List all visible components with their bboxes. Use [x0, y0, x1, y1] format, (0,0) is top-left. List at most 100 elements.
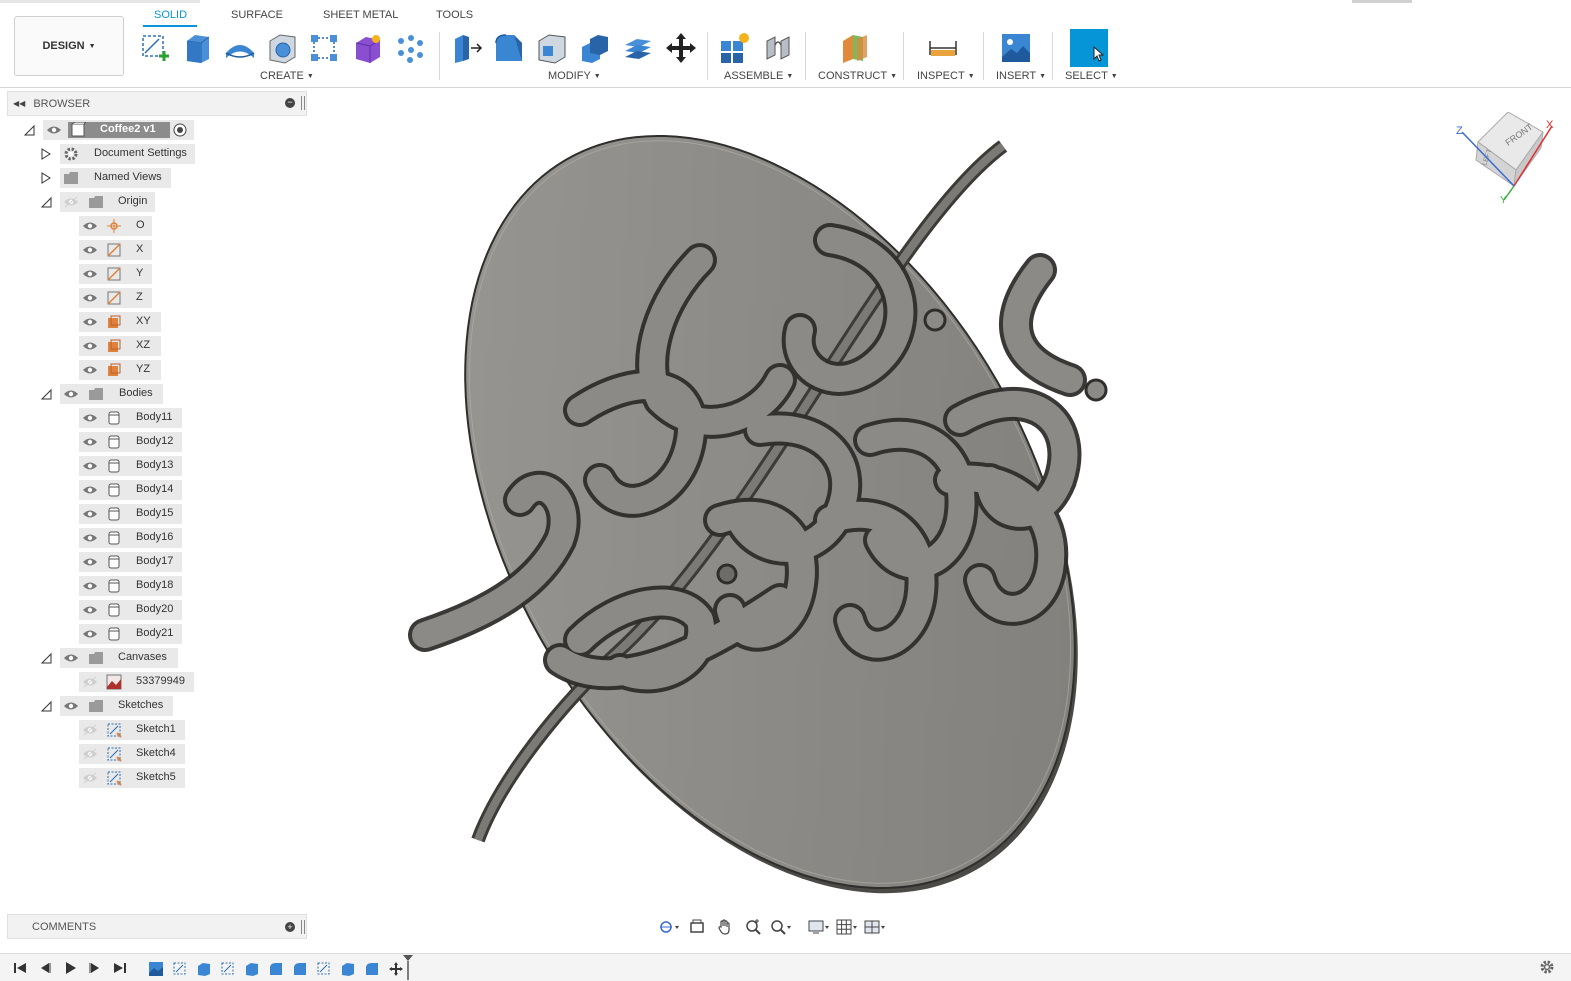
create-sketch-icon[interactable] — [138, 30, 174, 66]
browser-sketches-node[interactable]: Sketches — [118, 699, 163, 711]
construct-menu[interactable]: CONSTRUCT ▼ — [818, 70, 897, 82]
offset-face-icon[interactable] — [620, 30, 656, 66]
visibility-eye-icon[interactable] — [82, 604, 98, 616]
visibility-eye-icon[interactable] — [46, 124, 62, 136]
tab-solid[interactable]: SOLID — [154, 9, 187, 21]
visibility-eye-icon[interactable] — [82, 316, 98, 328]
browser-bodies-node[interactable]: Bodies — [119, 387, 153, 399]
visibility-eye-icon[interactable] — [82, 508, 98, 520]
visibility-eye-icon[interactable] — [82, 340, 98, 352]
create-form-icon[interactable] — [350, 30, 386, 66]
tab-tools[interactable]: TOOLS — [436, 9, 473, 21]
browser-canvas-item[interactable]: 53379949 — [136, 675, 185, 687]
browser-sketch-item[interactable]: Sketch1 — [136, 723, 176, 735]
browser-origin-item[interactable]: Z — [136, 291, 143, 303]
go-to-end-icon[interactable] — [112, 960, 128, 976]
browser-body-item[interactable]: Body20 — [136, 603, 173, 615]
visibility-eye-icon[interactable] — [82, 220, 98, 232]
model-viewport[interactable] — [310, 88, 1571, 953]
step-back-icon[interactable] — [37, 960, 53, 976]
collapse-all-icon[interactable]: − — [285, 98, 295, 108]
display-settings-icon[interactable] — [807, 916, 831, 938]
grid-settings-icon[interactable] — [835, 916, 859, 938]
hole-icon[interactable] — [264, 30, 300, 66]
browser-document-settings-node[interactable]: Document Settings — [94, 147, 187, 159]
visibility-eye-icon[interactable] — [82, 484, 98, 496]
visibility-eye-icon[interactable] — [63, 700, 79, 712]
visibility-eye-icon[interactable] — [82, 532, 98, 544]
visibility-off-icon[interactable] — [63, 196, 79, 208]
pattern-dots-icon[interactable] — [392, 30, 428, 66]
activate-component-radio-icon[interactable] — [172, 122, 188, 138]
add-comment-icon[interactable]: + — [285, 922, 295, 932]
browser-origin-item[interactable]: YZ — [136, 363, 150, 375]
pattern-rectangular-icon[interactable] — [306, 30, 342, 66]
visibility-eye-icon[interactable] — [82, 244, 98, 256]
select-icon[interactable] — [1070, 29, 1108, 67]
browser-body-item[interactable]: Body13 — [136, 459, 173, 471]
timeline-sketch-feature-icon[interactable] — [316, 961, 332, 977]
visibility-eye-icon[interactable] — [82, 628, 98, 640]
browser-origin-item[interactable]: Y — [136, 267, 143, 279]
settings-gear-icon[interactable] — [1538, 958, 1556, 976]
timeline-extrude-feature-icon[interactable] — [244, 961, 260, 977]
browser-origin-item[interactable]: XZ — [136, 339, 150, 351]
expand-triangle-down-icon[interactable] — [40, 652, 52, 664]
play-icon[interactable] — [62, 960, 78, 976]
visibility-eye-icon[interactable] — [82, 460, 98, 472]
modify-menu[interactable]: MODIFY ▼ — [548, 70, 601, 82]
pan-hand-icon[interactable] — [713, 916, 737, 938]
visibility-eye-icon[interactable] — [82, 364, 98, 376]
browser-named-views-node[interactable]: Named Views — [94, 171, 162, 183]
select-menu[interactable]: SELECT ▼ — [1065, 70, 1118, 82]
insert-menu[interactable]: INSERT ▼ — [996, 70, 1046, 82]
create-menu[interactable]: CREATE ▼ — [260, 70, 314, 82]
visibility-eye-icon[interactable] — [63, 652, 79, 664]
browser-origin-item[interactable]: X — [136, 243, 143, 255]
expand-triangle-down-icon[interactable] — [40, 700, 52, 712]
assemble-menu[interactable]: ASSEMBLE ▼ — [724, 70, 793, 82]
timeline-canvas-feature-icon[interactable] — [148, 961, 164, 977]
expand-triangle-down-icon[interactable] — [40, 196, 52, 208]
browser-sketch-item[interactable]: Sketch5 — [136, 771, 176, 783]
visibility-eye-icon[interactable] — [82, 268, 98, 280]
browser-origin-item[interactable]: XY — [136, 315, 151, 327]
go-to-start-icon[interactable] — [12, 960, 28, 976]
timeline-extrude-feature-icon[interactable] — [196, 961, 212, 977]
visibility-off-icon[interactable] — [82, 724, 98, 736]
viewports-icon[interactable] — [863, 916, 887, 938]
joint-icon[interactable] — [760, 30, 796, 66]
revolve-icon[interactable] — [222, 30, 258, 66]
viewcube[interactable]: FRONT LEFT X Y Z — [1448, 112, 1560, 204]
browser-origin-item[interactable]: O — [136, 219, 145, 231]
visibility-eye-icon[interactable] — [82, 556, 98, 568]
measure-icon[interactable] — [925, 30, 961, 66]
expand-triangle-down-icon[interactable] — [40, 388, 52, 400]
zoom-icon[interactable] — [741, 916, 765, 938]
browser-body-item[interactable]: Body14 — [136, 483, 173, 495]
step-forward-icon[interactable] — [87, 960, 103, 976]
press-pull-icon[interactable] — [448, 30, 484, 66]
browser-sketch-item[interactable]: Sketch4 — [136, 747, 176, 759]
browser-body-item[interactable]: Body11 — [136, 411, 173, 423]
timeline-fillet-feature-icon[interactable] — [364, 961, 380, 977]
tab-sheet-metal[interactable]: SHEET METAL — [323, 9, 398, 21]
browser-body-item[interactable]: Body16 — [136, 531, 173, 543]
timeline-sketch-feature-icon[interactable] — [172, 961, 188, 977]
tab-surface[interactable]: SURFACE — [231, 9, 283, 21]
inspect-menu[interactable]: INSPECT ▼ — [917, 70, 975, 82]
shell-icon[interactable] — [534, 30, 570, 66]
combine-icon[interactable] — [577, 30, 613, 66]
orbit-icon[interactable] — [657, 916, 681, 938]
pin-panel-icon[interactable] — [301, 920, 305, 934]
extrude-icon[interactable] — [180, 30, 216, 66]
visibility-eye-icon[interactable] — [63, 388, 79, 400]
pin-panel-icon[interactable] — [301, 96, 305, 110]
visibility-eye-icon[interactable] — [82, 580, 98, 592]
look-at-icon[interactable] — [685, 916, 709, 938]
offset-plane-icon[interactable] — [836, 30, 872, 66]
timeline-extrude-feature-icon[interactable] — [340, 961, 356, 977]
workspace-switcher-button[interactable]: DESIGN ▼ — [14, 16, 124, 76]
move-icon[interactable] — [663, 30, 699, 66]
coffee-bean-model[interactable] — [340, 88, 1204, 953]
